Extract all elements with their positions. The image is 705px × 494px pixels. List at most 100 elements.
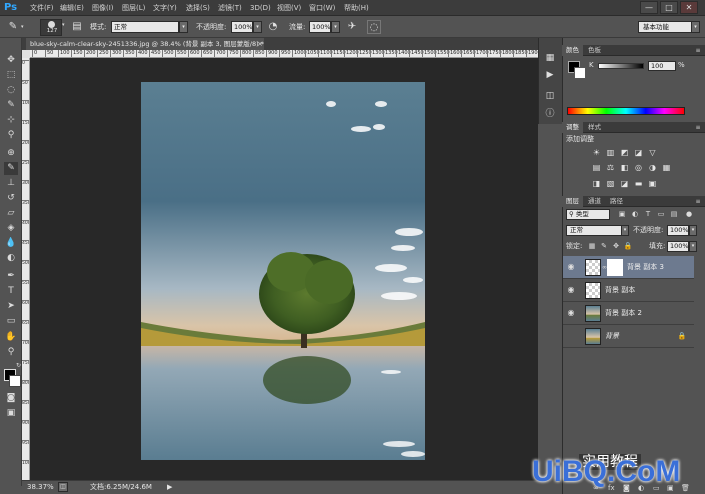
vertical-ruler[interactable]: 0 50 100 150 200 250 300 350 400 450 500 550 600 650 7… — [22, 58, 30, 480]
pressure-size-icon[interactable]: ◌ — [367, 20, 381, 34]
pen-tool-icon[interactable]: ✒ — [4, 270, 18, 283]
blur-tool-icon[interactable]: 💧 — [4, 237, 18, 250]
layer-row[interactable]: ◉ ∞ 背景 副本 3 — [563, 256, 694, 279]
mode-select[interactable]: 正常 — [111, 21, 179, 33]
paint-bucket-tool-icon[interactable]: ◈ — [4, 222, 18, 235]
layer-opacity-chevron-icon[interactable]: ▾ — [689, 225, 697, 236]
info-panel-icon[interactable]: ⓘ — [543, 108, 557, 121]
filter-type-icon[interactable]: T — [643, 209, 653, 220]
menu-3d[interactable]: 3D(D) — [250, 0, 271, 16]
filter-pixel-icon[interactable]: ▣ — [617, 209, 627, 220]
layer-thumbnail[interactable] — [585, 259, 601, 276]
layer-row[interactable]: ◉ 背景 副本 — [563, 279, 694, 302]
minimize-button[interactable]: — — [640, 1, 658, 14]
layer-opacity-input[interactable]: 100% — [667, 225, 689, 236]
layer-mask-thumbnail[interactable] — [607, 259, 623, 276]
fill-chevron-icon[interactable]: ▾ — [689, 241, 697, 252]
zoom-tool-icon[interactable]: ⚲ — [4, 346, 18, 359]
history-panel-icon[interactable]: ▦ — [543, 52, 557, 65]
invert-icon[interactable]: ◨ — [591, 178, 602, 189]
layer-filter-select[interactable]: ⚲ 类型 — [566, 209, 610, 220]
layer-row[interactable]: ◉ 背景 🔒 — [563, 325, 694, 348]
healing-brush-tool-icon[interactable]: ⊕ — [4, 147, 18, 160]
lasso-tool-icon[interactable]: ◌ — [4, 84, 18, 97]
document-image[interactable] — [141, 82, 425, 460]
gradient-map-icon[interactable]: ▬ — [633, 178, 644, 189]
tab-color[interactable]: 颜色 — [562, 45, 583, 56]
workspace-chevron-icon[interactable]: ▾ — [691, 21, 700, 33]
vibrance-icon[interactable]: ▽ — [647, 147, 658, 158]
filter-toggle-icon[interactable]: ● — [684, 209, 694, 220]
tab-layers[interactable]: 图层 — [562, 196, 583, 207]
posterize-icon[interactable]: ▧ — [605, 178, 616, 189]
type-tool-icon[interactable]: T — [4, 285, 18, 298]
menu-file[interactable]: 文件(F) — [30, 0, 54, 16]
menu-select[interactable]: 选择(S) — [186, 0, 210, 16]
k-channel-slider[interactable] — [598, 63, 644, 69]
dodge-tool-icon[interactable]: ◐ — [4, 252, 18, 265]
adjustments-panel-menu-icon[interactable]: ≡ — [693, 122, 703, 133]
layer-thumbnail[interactable] — [585, 282, 601, 299]
brush-tool-icon[interactable]: ✎ — [4, 162, 18, 175]
screen-mode-icon[interactable]: ▣ — [4, 407, 18, 420]
lock-all-icon[interactable]: 🔒 — [623, 241, 633, 252]
lock-transparency-icon[interactable]: ▦ — [587, 241, 597, 252]
quick-mask-icon[interactable]: ◙ — [4, 392, 18, 405]
opacity-chevron-icon[interactable]: ▾ — [253, 21, 262, 33]
menu-filter[interactable]: 滤镜(T) — [218, 0, 242, 16]
zoom-level[interactable]: 38.37% — [27, 481, 54, 493]
shape-tool-icon[interactable]: ▭ — [4, 315, 18, 328]
hand-tool-icon[interactable]: ✋ — [4, 331, 18, 344]
layers-panel-menu-icon[interactable]: ≡ — [693, 196, 703, 207]
mode-chevron-icon[interactable]: ▾ — [179, 21, 188, 33]
layer-name[interactable]: 背景 — [605, 325, 619, 348]
quick-select-tool-icon[interactable]: ✎ — [4, 99, 18, 112]
menu-image[interactable]: 图像(I) — [92, 0, 114, 16]
background-color-swatch[interactable] — [9, 375, 21, 387]
opacity-input[interactable]: 100% — [231, 21, 253, 33]
horizontal-ruler[interactable]: 0 50 100 150 200 250 300 350 400 450 500 550 600 650 7… — [30, 50, 538, 58]
menu-view[interactable]: 视图(V) — [277, 0, 301, 16]
photo-filter-icon[interactable]: ◎ — [633, 162, 644, 173]
ruler-origin[interactable] — [22, 50, 30, 58]
brush-tool-icon[interactable]: ✎ — [6, 20, 20, 34]
lock-pixels-icon[interactable]: ✎ — [599, 241, 609, 252]
visibility-eye-icon[interactable]: ◉ — [566, 307, 576, 319]
actions-panel-icon[interactable]: ▶ — [543, 69, 557, 82]
filter-shape-icon[interactable]: ▭ — [656, 209, 666, 220]
hue-saturation-icon[interactable]: ▤ — [591, 162, 602, 173]
pressure-opacity-icon[interactable]: ◔ — [266, 20, 280, 34]
blend-mode-chevron-icon[interactable]: ▾ — [621, 225, 629, 236]
color-panel-menu-icon[interactable]: ≡ — [693, 45, 703, 56]
clone-stamp-tool-icon[interactable]: ⊥ — [4, 177, 18, 190]
delete-layer-icon[interactable]: 🗑 — [681, 484, 690, 492]
tool-preset-chevron-icon[interactable]: ▾ — [21, 20, 27, 34]
restore-button[interactable]: □ — [660, 1, 678, 14]
brush-preset-picker[interactable]: 127 — [40, 19, 62, 36]
filter-adjustment-icon[interactable]: ◐ — [630, 209, 640, 220]
filter-smart-object-icon[interactable]: ▤ — [669, 209, 679, 220]
swatches-panel-icon[interactable]: ◫ — [543, 90, 557, 103]
tab-adjustments[interactable]: 调整 — [562, 122, 583, 133]
menu-type[interactable]: 文字(Y) — [153, 0, 177, 16]
color-lookup-icon[interactable]: ▦ — [661, 162, 672, 173]
blend-mode-select[interactable]: 正常 — [566, 225, 629, 236]
close-document-icon[interactable]: × — [257, 38, 265, 50]
curves-icon[interactable]: ◩ — [619, 147, 630, 158]
color-spectrum-bar[interactable] — [567, 107, 685, 115]
eraser-tool-icon[interactable]: ▱ — [4, 207, 18, 220]
history-brush-tool-icon[interactable]: ↺ — [4, 192, 18, 205]
brush-panel-icon[interactable]: ▤ — [70, 20, 84, 34]
levels-icon[interactable]: ▥ — [605, 147, 616, 158]
menu-layer[interactable]: 图层(L) — [122, 0, 145, 16]
crop-tool-icon[interactable]: ⊹ — [4, 114, 18, 127]
selective-color-icon[interactable]: ▣ — [647, 178, 658, 189]
color-balance-icon[interactable]: ⚖ — [605, 162, 616, 173]
menu-edit[interactable]: 编辑(E) — [60, 0, 84, 16]
visibility-eye-icon[interactable]: ◉ — [566, 330, 576, 342]
tab-styles[interactable]: 样式 — [584, 122, 605, 133]
threshold-icon[interactable]: ◪ — [619, 178, 630, 189]
status-menu-arrow-icon[interactable]: ▶ — [167, 481, 172, 493]
visibility-eye-icon[interactable]: ◉ — [566, 261, 576, 273]
eyedropper-tool-icon[interactable]: ⚲ — [4, 129, 18, 142]
